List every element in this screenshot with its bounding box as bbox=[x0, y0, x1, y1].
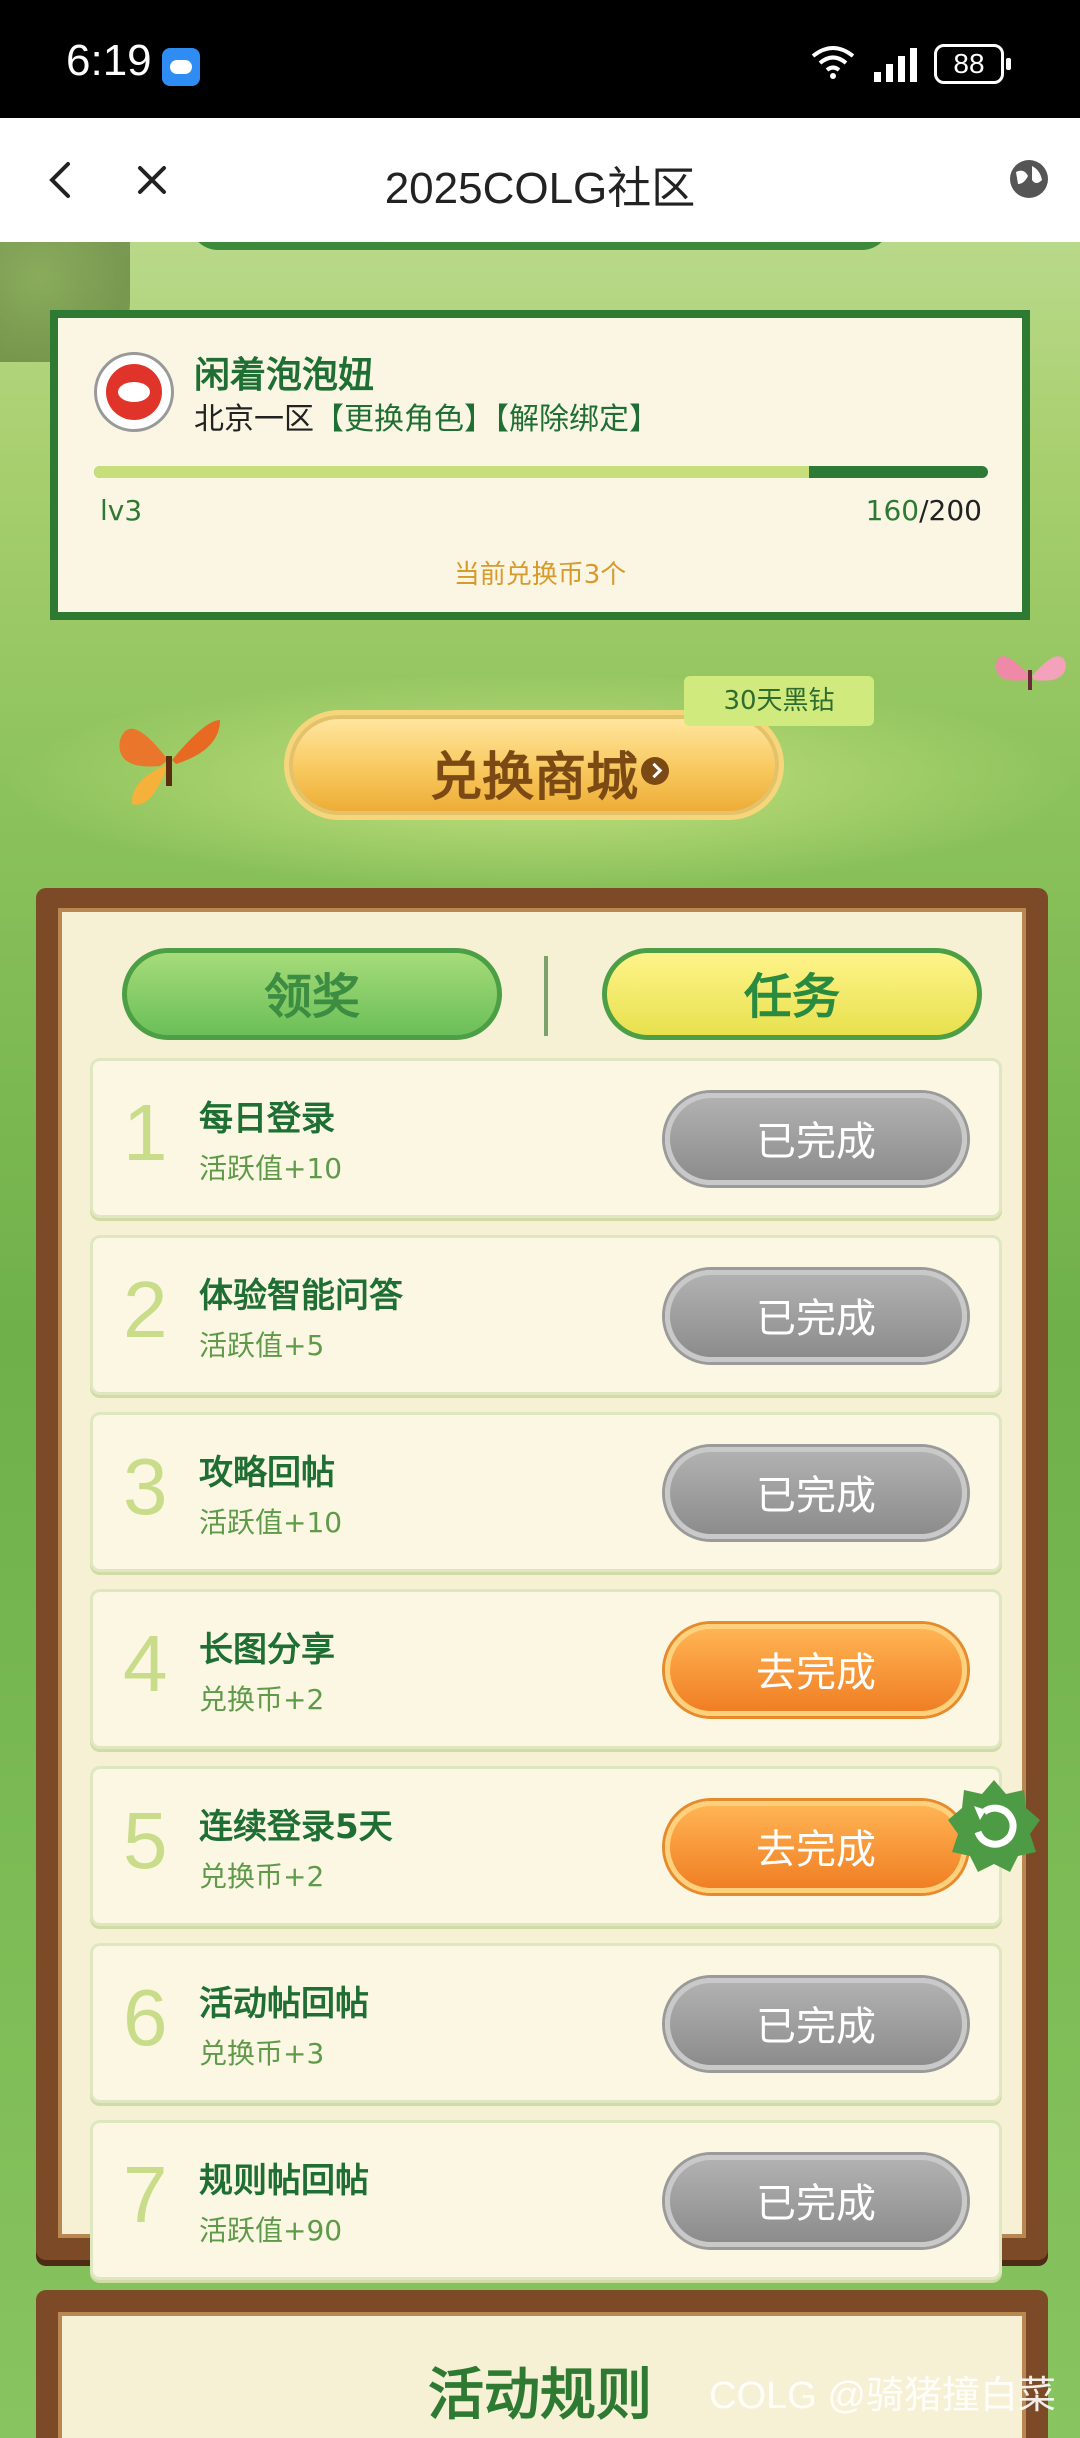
status-time: 6:19 bbox=[66, 36, 152, 85]
unbind-link[interactable]: 【解除绑定】 bbox=[494, 402, 659, 437]
user-card: 闲着泡泡妞 北京一区【更换角色】【解除绑定】 lv3 160/200 当前兑换币… bbox=[50, 310, 1030, 620]
task-reward: 兑换币+2 bbox=[199, 1683, 325, 1716]
page-title: 2025COLG社区 bbox=[384, 164, 696, 213]
task-name: 攻略回帖 bbox=[199, 1453, 335, 1493]
level-label: lv3 bbox=[100, 494, 143, 527]
task-number: 7 bbox=[123, 2150, 168, 2239]
shop-label: 兑换商城 bbox=[429, 747, 638, 808]
level-progress-fill bbox=[94, 466, 810, 478]
coins-text: 当前兑换币3个 bbox=[453, 560, 627, 590]
task-board-panel: 领奖 任务 1 每日登录 活跃值+10 已完成 2 体验智能问答 活跃值+5 已… bbox=[58, 908, 1026, 2280]
tab-divider bbox=[544, 956, 548, 1036]
task-reward: 兑换币+2 bbox=[199, 1860, 325, 1893]
task-number: 6 bbox=[123, 1973, 168, 2062]
task-go-button[interactable]: 去完成 bbox=[665, 1624, 967, 1716]
nav-bar: 2025COLG社区 bbox=[0, 118, 1080, 242]
task-reward: 活跃值+5 bbox=[199, 1329, 325, 1362]
task-number: 1 bbox=[123, 1088, 168, 1177]
tab-reward[interactable]: 领奖 bbox=[122, 948, 502, 1040]
arrow-right-icon bbox=[641, 757, 669, 785]
task-name: 连续登录5天 bbox=[199, 1807, 393, 1847]
task-status-button[interactable]: 已完成 bbox=[665, 1978, 967, 2070]
task-board: 领奖 任务 1 每日登录 活跃值+10 已完成 2 体验智能问答 活跃值+5 已… bbox=[36, 888, 1048, 2280]
exp-value: 160/200 bbox=[866, 494, 982, 527]
task-reward: 活跃值+90 bbox=[199, 2214, 343, 2247]
watermark: COLG @骑猪撞白菜 bbox=[709, 2375, 1056, 2417]
task-number: 4 bbox=[123, 1619, 168, 1708]
server-name: 北京一区 bbox=[194, 402, 314, 437]
task-row: 2 体验智能问答 活跃值+5 已完成 bbox=[90, 1235, 1002, 1395]
battery-icon: 88 bbox=[934, 44, 1011, 84]
butterfly-icon bbox=[995, 656, 1066, 690]
task-number: 5 bbox=[123, 1796, 168, 1885]
refresh-icon[interactable] bbox=[944, 1776, 1044, 1876]
task-name: 体验智能问答 bbox=[199, 1276, 403, 1316]
task-name: 每日登录 bbox=[199, 1099, 335, 1139]
task-row: 1 每日登录 活跃值+10 已完成 bbox=[90, 1058, 1002, 1218]
banner-decoration bbox=[190, 242, 890, 250]
globe-icon[interactable] bbox=[1006, 156, 1052, 202]
butterfly-icon bbox=[119, 720, 220, 805]
shop-badge: 30天黑钻 bbox=[684, 676, 874, 726]
task-status-button[interactable]: 已完成 bbox=[665, 2155, 967, 2247]
task-status-button[interactable]: 已完成 bbox=[665, 1093, 967, 1185]
user-server-line: 北京一区【更换角色】【解除绑定】 bbox=[194, 394, 659, 438]
wifi-icon bbox=[811, 46, 855, 79]
task-row: 6 活动帖回帖 兑换币+3 已完成 bbox=[90, 1943, 1002, 2103]
task-reward: 兑换币+3 bbox=[199, 2037, 325, 2070]
change-role-link[interactable]: 【更换角色】 bbox=[314, 402, 494, 437]
task-name: 长图分享 bbox=[199, 1630, 335, 1670]
task-row: 3 攻略回帖 活跃值+10 已完成 bbox=[90, 1412, 1002, 1572]
exp-total: /200 bbox=[919, 494, 982, 527]
task-name: 规则帖回帖 bbox=[199, 2161, 369, 2201]
task-row: 7 规则帖回帖 活跃值+90 已完成 bbox=[90, 2120, 1002, 2280]
exp-current: 160 bbox=[865, 494, 920, 527]
status-bar: 6:19 88 bbox=[0, 0, 1080, 118]
task-number: 2 bbox=[123, 1265, 168, 1354]
task-status-button[interactable]: 已完成 bbox=[665, 1270, 967, 1362]
task-row: 4 长图分享 兑换币+2 去完成 bbox=[90, 1589, 1002, 1749]
user-name: 闲着泡泡妞 bbox=[194, 355, 375, 396]
signal-icon bbox=[874, 48, 917, 82]
shop-button[interactable]: 兑换商城 bbox=[284, 710, 784, 820]
task-reward: 活跃值+10 bbox=[199, 1152, 343, 1185]
task-status-button[interactable]: 已完成 bbox=[665, 1447, 967, 1539]
task-row: 5 连续登录5天 兑换币+2 去完成 bbox=[90, 1766, 1002, 1926]
task-reward: 活跃值+10 bbox=[199, 1506, 343, 1539]
tab-task[interactable]: 任务 bbox=[602, 948, 982, 1040]
task-go-button[interactable]: 去完成 bbox=[665, 1801, 967, 1893]
level-progress-bar bbox=[94, 466, 988, 478]
avatar[interactable] bbox=[94, 352, 174, 432]
task-name: 活动帖回帖 bbox=[199, 1984, 369, 2024]
task-list: 1 每日登录 活跃值+10 已完成 2 体验智能问答 活跃值+5 已完成 3 攻… bbox=[90, 1058, 1002, 2297]
task-number: 3 bbox=[123, 1442, 168, 1531]
weather-icon bbox=[162, 48, 200, 86]
avatar-face-icon bbox=[106, 364, 162, 420]
